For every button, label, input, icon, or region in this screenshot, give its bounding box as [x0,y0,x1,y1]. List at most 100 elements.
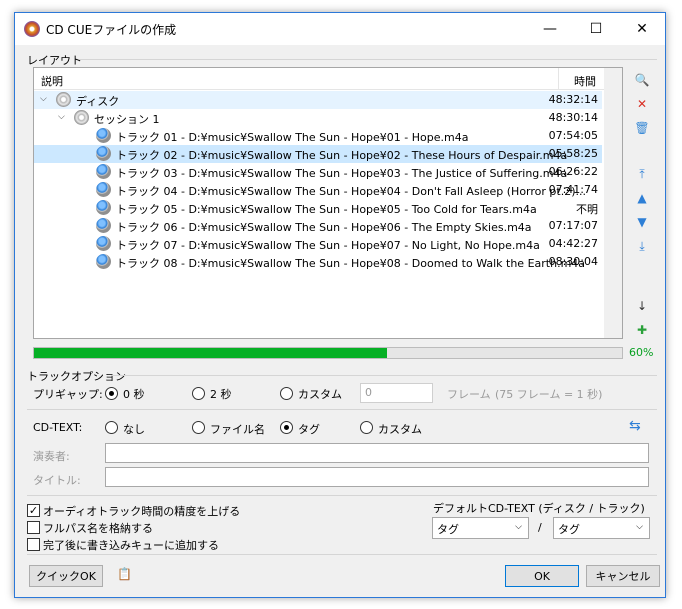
default-cdtext-track-select[interactable]: タグ ⌵ [553,517,650,539]
cdtext-radio-filename[interactable] [192,421,205,434]
row-time: 04:42:27 [548,237,598,250]
column-header-time[interactable]: 時間 [574,73,596,89]
row-time: 07:17:07 [548,219,598,232]
row-description: トラック 05 - D:¥music¥Swallow The Sun - Hop… [116,203,537,216]
track-row[interactable]: トラック 06 - D:¥music¥Swallow The Sun - Hop… [34,217,602,235]
layout-group-line [79,59,657,60]
checkbox[interactable] [27,521,40,534]
cdtext-radio-tag[interactable] [280,421,293,434]
clipboard-icon[interactable]: 📋 [117,567,132,581]
track-row[interactable]: トラック 05 - D:¥music¥Swallow The Sun - Hop… [34,199,602,217]
tree-node-row[interactable]: ⌵ ディスク 48:32:14 [34,91,602,109]
row-description: ディスク [76,95,120,108]
options-bottom-line [27,495,657,496]
default-cdtext-disc-select[interactable]: タグ ⌵ [432,517,529,539]
row-description: トラック 06 - D:¥music¥Swallow The Sun - Hop… [116,221,532,234]
track-options-label: トラックオプション [27,370,126,383]
frame-hint: (75 フレーム = 1 秒) [495,388,603,401]
cdtext-radio-custom[interactable] [360,421,373,434]
chevron-down-icon[interactable]: ⌵ [58,112,65,122]
default-cdtext-track-value: タグ [558,523,580,536]
checkbox-label[interactable]: 完了後に書き込みキューに追加する [43,537,219,553]
tree-node-row[interactable]: ⌵ セッション 1 48:30:14 [34,109,602,127]
row-time: 07:41:74 [548,183,598,196]
dialog-window: CD CUEファイルの作成 — ☐ ✕ レイアウト 説明 時間 ⌵ ディスク 48:… [14,12,666,598]
close-button[interactable]: ✕ [619,13,665,45]
progress-bar [33,347,623,359]
cdtext-label: CD-TEXT: [33,421,83,434]
add-file-icon[interactable]: 🔍 [633,71,651,89]
row-description: トラック 03 - D:¥music¥Swallow The Sun - Hop… [116,167,568,180]
clear-list-icon[interactable]: 🗑 [633,119,651,137]
pregap-custom-input[interactable]: 0 [360,383,433,403]
move-top-icon[interactable]: ⤒ [633,165,651,183]
title-input[interactable] [105,467,649,487]
audio-cd-icon [96,218,111,233]
track-list[interactable]: 説明 時間 ⌵ ディスク 48:32:14 ⌵ セッション 1 48:30:14 トラック … [33,67,623,339]
checkbox-label[interactable]: フルパス名を格納する [43,520,153,536]
track-row[interactable]: トラック 02 - D:¥music¥Swallow The Sun - Hop… [34,145,602,163]
cdtext-refresh-icon[interactable]: ⇆ [629,418,641,434]
frame-label: フレーム [447,388,491,401]
row-time: 不明 [576,203,598,216]
chevron-down-icon[interactable]: ⌵ [40,94,47,104]
move-up-icon[interactable]: ▲ [633,189,651,207]
footer-divider [27,554,657,555]
pregap-option-custom[interactable]: カスタム [298,386,342,402]
progress-percent: 60% [629,346,654,359]
vertical-scrollbar[interactable] [604,68,622,338]
performer-input[interactable] [105,443,649,463]
row-description: トラック 02 - D:¥music¥Swallow The Sun - Hop… [116,149,568,162]
column-separator [558,68,559,90]
row-description: トラック 07 - D:¥music¥Swallow The Sun - Hop… [116,239,540,252]
track-row[interactable]: トラック 07 - D:¥music¥Swallow The Sun - Hop… [34,235,602,253]
cancel-button[interactable]: キャンセル [586,565,660,587]
track-row[interactable]: トラック 03 - D:¥music¥Swallow The Sun - Hop… [34,163,602,181]
audio-cd-icon [96,236,111,251]
pregap-radio-2s[interactable] [192,387,205,400]
title-bar: CD CUEファイルの作成 — ☐ ✕ [15,13,665,45]
app-cd-icon [24,21,40,37]
track-row[interactable]: トラック 04 - D:¥music¥Swallow The Sun - Hop… [34,181,602,199]
list-header: 説明 時間 [34,68,622,90]
window-title: CD CUEファイルの作成 [46,23,177,37]
performer-label: 演奏者: [33,450,70,463]
track-row[interactable]: トラック 01 - D:¥music¥Swallow The Sun - Hop… [34,127,602,145]
sort-icon[interactable]: ↓ [633,297,651,315]
default-cdtext-label: デフォルトCD-TEXT (ディスク / トラック) [433,502,645,515]
layout-group-label: レイアウト [27,54,82,67]
disc-icon [56,92,71,107]
cdtext-option-filename[interactable]: ファイル名 [210,421,265,437]
add-disc-icon[interactable]: ✚ [633,321,651,339]
pregap-radio-custom[interactable] [280,387,293,400]
move-bottom-icon[interactable]: ⤓ [633,237,651,255]
move-down-icon[interactable]: ▼ [633,213,651,231]
track-row[interactable]: トラック 08 - D:¥music¥Swallow The Sun - Hop… [34,253,602,271]
disc-icon [74,110,89,125]
checkbox[interactable] [27,538,40,551]
cdtext-option-none[interactable]: なし [123,421,145,437]
minimize-button[interactable]: — [527,13,573,45]
row-time: 06:26:22 [548,165,598,178]
pregap-radio-0s[interactable] [105,387,118,400]
cdtext-option-tag[interactable]: タグ [298,421,320,437]
checkbox[interactable]: ✓ [27,504,40,517]
maximize-button[interactable]: ☐ [573,13,619,45]
column-header-description[interactable]: 説明 [41,73,63,89]
pregap-option-2s[interactable]: 2 秒 [210,386,232,402]
row-description: セッション 1 [94,113,160,126]
ok-button[interactable]: OK [505,565,579,587]
quick-ok-button[interactable]: クイックOK [29,565,103,587]
row-description: トラック 08 - D:¥music¥Swallow The Sun - Hop… [116,257,586,270]
row-time: 08:30:04 [548,255,598,268]
default-cdtext-disc-value: タグ [437,523,459,536]
pregap-option-0s[interactable]: 0 秒 [123,386,145,402]
cdtext-option-custom[interactable]: カスタム [378,421,422,437]
audio-cd-icon [96,164,111,179]
delete-icon[interactable]: ✕ [633,95,651,113]
options-divider [27,409,657,410]
cdtext-radio-none[interactable] [105,421,118,434]
default-cdtext-separator: / [538,521,542,534]
track-options-line [111,375,657,376]
checkbox-label[interactable]: オーディオトラック時間の精度を上げる [43,503,240,519]
